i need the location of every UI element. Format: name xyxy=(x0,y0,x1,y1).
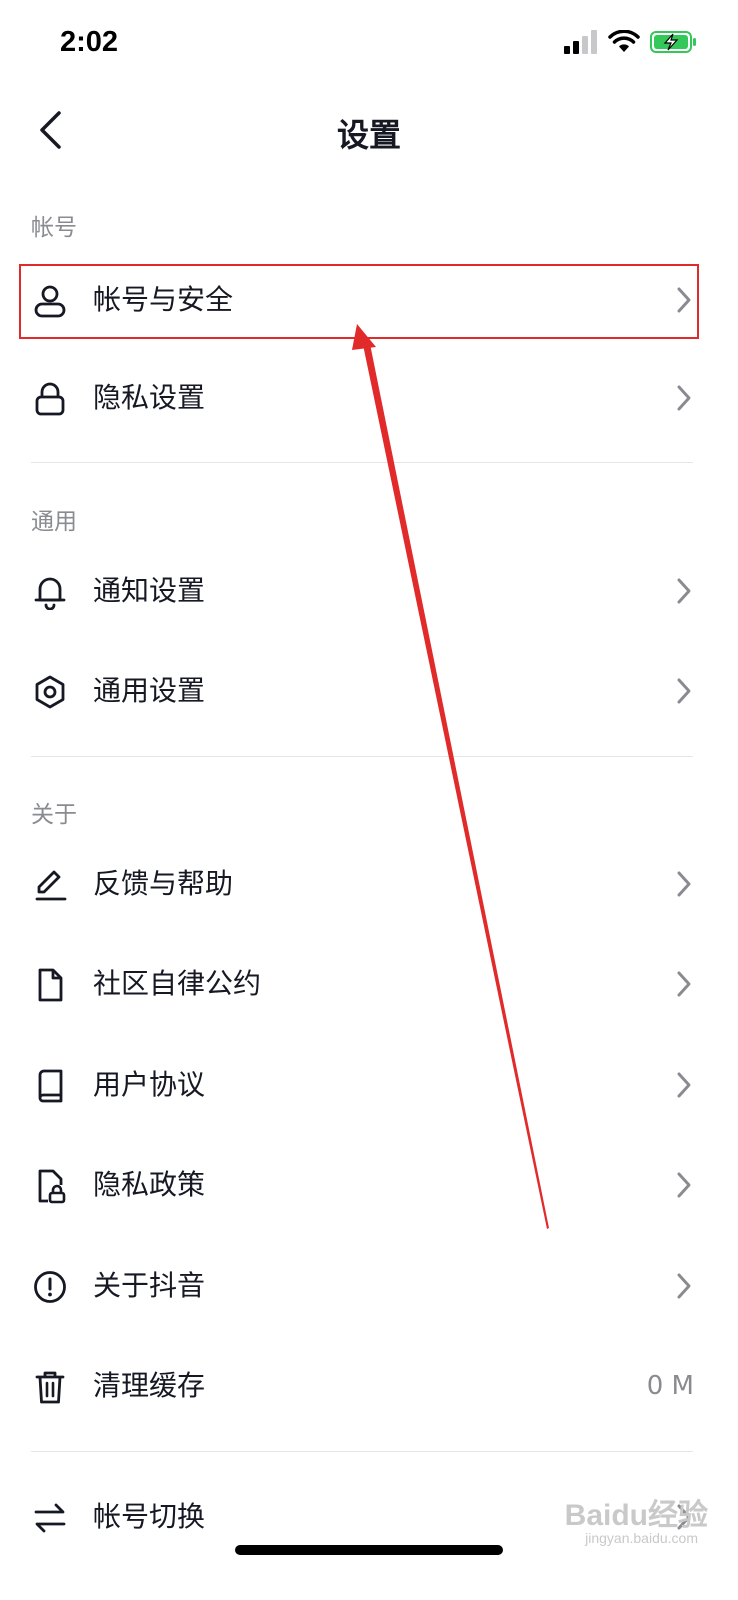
watermark-logo: Baidu经验 xyxy=(564,1499,708,1532)
watermark-url: jingyan.baidu.com xyxy=(585,1530,698,1546)
annotation-arrow xyxy=(352,324,549,1229)
home-indicator[interactable] xyxy=(235,1545,503,1555)
